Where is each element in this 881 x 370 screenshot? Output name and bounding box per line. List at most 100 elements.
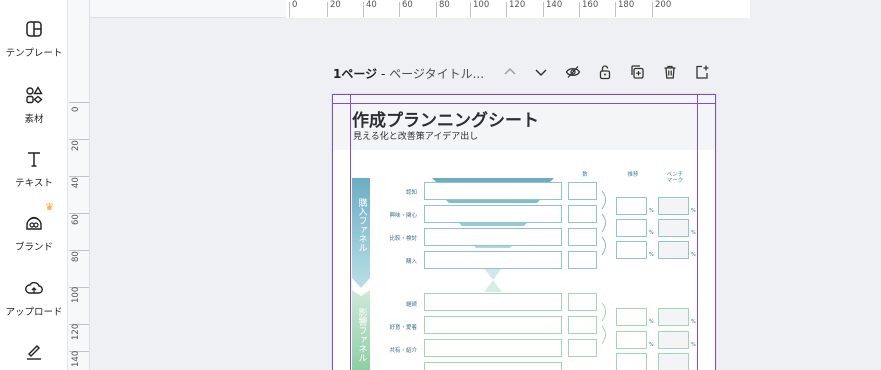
rate-input-box[interactable] <box>616 219 647 237</box>
page-number: 1ページ <box>333 67 378 81</box>
document-title[interactable]: 作成プランニングシート <box>352 106 539 131</box>
selection-guide <box>350 94 351 370</box>
column-header-rate: 推移 <box>627 172 639 178</box>
duplicate-page-button[interactable] <box>627 62 647 82</box>
count-input-box[interactable] <box>568 316 597 334</box>
funnel-input-box[interactable] <box>424 182 562 200</box>
sidebar-item-draw[interactable] <box>0 340 68 362</box>
ruler-tick: 140 <box>542 0 563 17</box>
benchmark-input-box[interactable] <box>658 331 689 349</box>
percent-sign: % <box>649 342 654 348</box>
count-input-box[interactable] <box>568 339 597 357</box>
ruler-tick: 80 <box>69 250 89 278</box>
ruler-tick: 60 <box>399 0 413 17</box>
ruler-page-range <box>286 0 776 18</box>
draw-icon <box>27 345 41 360</box>
ruler-tick: 80 <box>436 0 450 17</box>
percent-sign: % <box>649 252 654 258</box>
duplicate-icon <box>631 65 644 79</box>
selection-guide <box>332 103 716 104</box>
count-input-box[interactable] <box>568 293 597 311</box>
horizontal-ruler: 0 20 40 60 80 100 120 140 160 180 200 <box>90 0 776 18</box>
row-label: 好意・愛着 <box>389 325 417 331</box>
benchmark-input-box[interactable] <box>658 353 689 370</box>
move-page-down-button[interactable] <box>531 62 551 82</box>
left-sidebar: テンプレート 素材 テキスト ♛ ブランド アップロード <box>0 0 68 370</box>
add-page-button[interactable] <box>692 62 712 82</box>
sidebar-item-elements[interactable]: 素材 <box>0 84 68 125</box>
ruler-tick: 60 <box>69 213 89 241</box>
ruler-tick: 100 <box>69 287 89 315</box>
funnel-input-box[interactable] <box>424 251 562 269</box>
elements-icon <box>26 86 43 104</box>
lock-page-button[interactable] <box>595 62 615 82</box>
funnel-input-box[interactable] <box>424 339 562 357</box>
hide-page-button[interactable] <box>563 62 583 82</box>
funnel-input-box[interactable] <box>424 316 562 334</box>
design-page[interactable]: 作成プランニングシート 見える化と改善策アイデア出し 数 推移 ベンチ マーク … <box>332 94 716 370</box>
funnel-input-box[interactable] <box>424 228 562 246</box>
percent-sign: % <box>649 319 654 325</box>
sidebar-item-label: ブランド <box>14 242 53 253</box>
row-label: 比較・検討 <box>389 236 417 242</box>
influence-funnel-label: 影響ファネル <box>356 308 367 362</box>
upload-icon <box>25 281 43 294</box>
count-input-box[interactable] <box>568 182 597 200</box>
percent-sign: % <box>649 208 654 214</box>
benchmark-input-box[interactable] <box>658 219 689 237</box>
template-icon <box>26 21 42 37</box>
text-icon <box>28 152 40 167</box>
vertical-ruler: 0 20 40 60 80 100 120 140 <box>68 0 90 370</box>
rate-input-box[interactable] <box>616 241 647 259</box>
rate-input-box[interactable] <box>616 197 647 215</box>
ruler-tick: 40 <box>69 176 89 204</box>
move-page-up-button[interactable] <box>500 62 520 82</box>
purchase-funnel-label: 購入ファネル <box>356 198 367 252</box>
sidebar-item-brand[interactable]: ブランド <box>0 212 68 253</box>
count-input-box[interactable] <box>568 251 597 269</box>
selection-guide <box>332 94 716 95</box>
count-input-box[interactable] <box>568 228 597 246</box>
ruler-tick: 120 <box>69 324 89 352</box>
benchmark-input-box[interactable] <box>658 241 689 259</box>
funnel-input-box[interactable] <box>424 205 562 223</box>
count-input-box[interactable] <box>568 205 597 223</box>
sidebar-item-label: アップロード <box>5 307 63 318</box>
row-label: 共有・紹介 <box>389 348 417 354</box>
ruler-tick: 20 <box>69 139 89 167</box>
editor-root: テンプレート 素材 テキスト ♛ ブランド アップロード 0 20 40 60 … <box>0 0 881 370</box>
column-header-bench: ベンチ マーク <box>666 172 684 184</box>
percent-sign: % <box>649 230 654 236</box>
ruler-tick: 0 <box>288 0 298 17</box>
row-label: 認知 <box>405 190 417 196</box>
column-header-count: 数 <box>582 172 588 178</box>
rate-input-box[interactable] <box>616 308 647 326</box>
sidebar-item-templates[interactable]: テンプレート <box>0 18 68 59</box>
benchmark-input-box[interactable] <box>658 197 689 215</box>
document-subtitle[interactable]: 見える化と改善策アイデア出し <box>353 129 478 142</box>
sidebar-item-label: テンプレート <box>5 48 63 59</box>
lock-icon <box>599 65 611 80</box>
delete-page-button[interactable] <box>660 62 680 82</box>
row-label: 購入 <box>405 259 417 265</box>
ruler-end <box>750 0 881 18</box>
chevron-up-icon <box>504 67 516 75</box>
ruler-tick: 20 <box>327 0 341 17</box>
selection-guide <box>697 94 698 370</box>
benchmark-input-box[interactable] <box>658 308 689 326</box>
sidebar-item-upload[interactable]: アップロード <box>0 277 68 318</box>
page-title[interactable]: 1ページ - ページタイトル... <box>333 65 484 82</box>
sidebar-item-text[interactable]: テキスト <box>0 148 68 189</box>
funnel-input-box[interactable] <box>424 362 562 370</box>
percent-sign: % <box>691 342 696 348</box>
rate-input-box[interactable] <box>616 331 647 349</box>
brand-icon <box>26 216 42 230</box>
page-title-input[interactable]: ページタイトル... <box>389 67 484 81</box>
funnel-input-box[interactable] <box>424 293 562 311</box>
ruler-tick: 40 <box>363 0 377 17</box>
add-page-icon <box>696 65 709 79</box>
ruler-tick: 200 <box>651 0 672 17</box>
delete-icon <box>664 65 676 79</box>
rate-input-box[interactable] <box>616 353 647 370</box>
selection-guide <box>332 94 333 370</box>
